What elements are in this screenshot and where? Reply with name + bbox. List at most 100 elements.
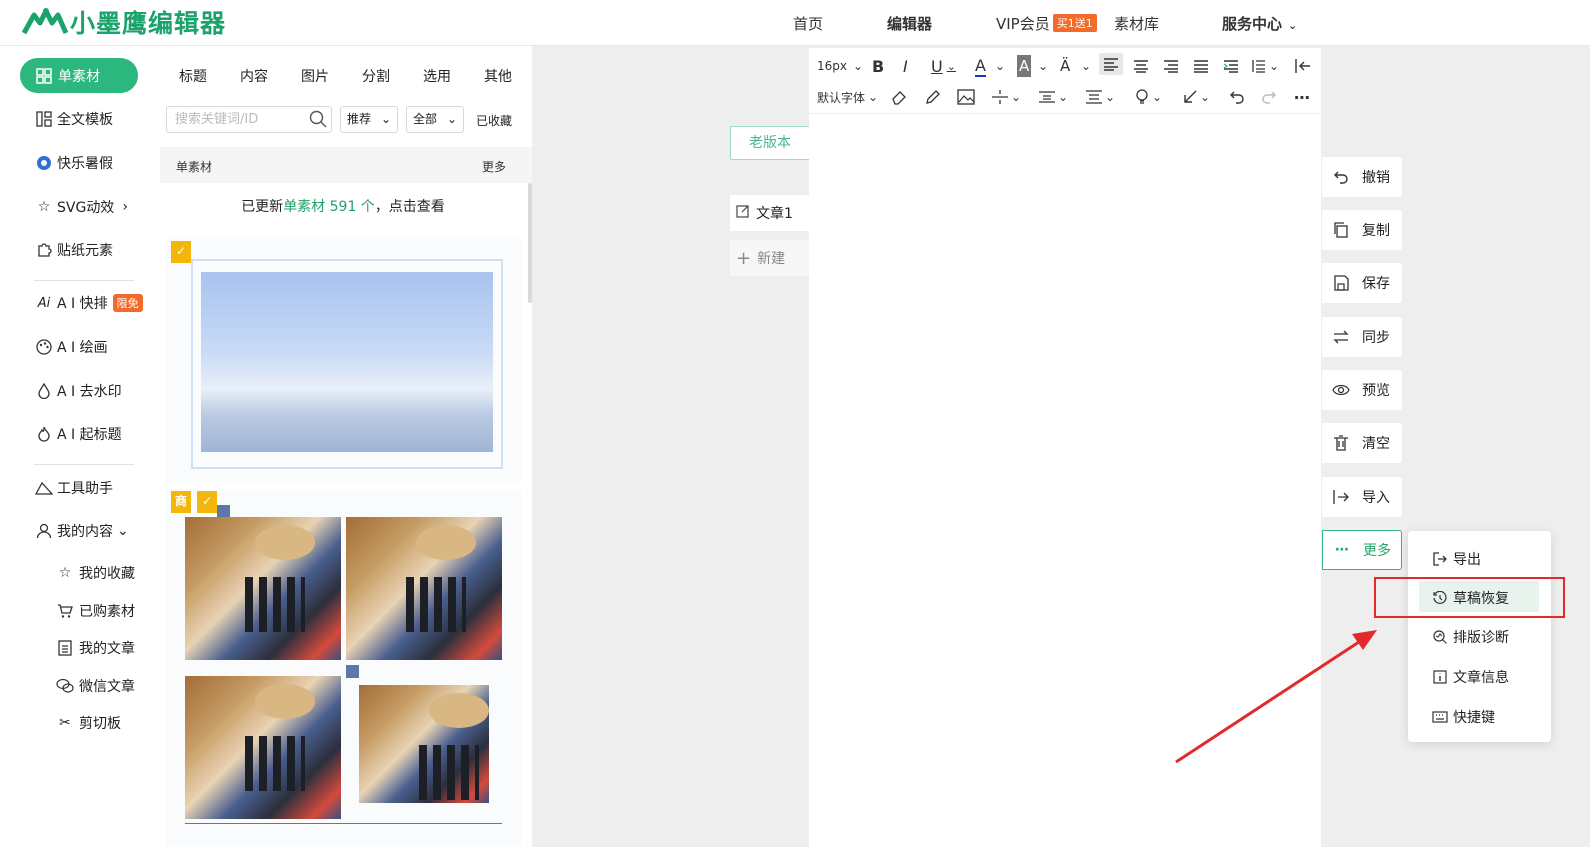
old-version-button[interactable]: 老版本 <box>730 126 810 160</box>
action-label: 预览 <box>1362 383 1390 399</box>
redo-icon[interactable] <box>1261 86 1277 108</box>
keyboard-icon <box>1432 709 1448 725</box>
nav-sub-clipboard[interactable]: ✂ 剪切板 <box>56 713 121 733</box>
nav-item-summer[interactable]: 快乐暑假 <box>34 153 113 173</box>
fire-icon <box>34 424 54 444</box>
chevron-down-icon[interactable]: ⌄ <box>995 55 1005 77</box>
indent-icon[interactable] <box>1223 55 1239 77</box>
undo-button[interactable]: 撤销 <box>1322 157 1402 197</box>
arrow-down-left-icon[interactable]: ⌄ <box>1182 86 1210 108</box>
nav-item-ai-title[interactable]: A I 起标题 <box>34 424 122 444</box>
font-size-select[interactable]: 16px ⌄ <box>817 55 863 77</box>
nav-vip[interactable]: VIP会员 买1送1 <box>996 13 1097 34</box>
menu-item-shortcuts[interactable]: 快捷键 <box>1432 707 1495 727</box>
editor-area[interactable]: 16px ⌄ B I U ⌄ A ⌄ A ⌄ Ä ⌄ ⌄ 默认字体 ⌄ ⌄ ⌄ ⌄ ⌄… <box>809 48 1321 847</box>
nav-sub-favorites[interactable]: ☆ 我的收藏 <box>56 563 135 583</box>
nav-item-sticker[interactable]: 贴纸元素 <box>34 240 113 260</box>
nav-item-full-template[interactable]: 全文模板 <box>34 109 113 129</box>
material-card[interactable]: ✓ <box>165 239 521 483</box>
nav-materials[interactable]: 素材库 <box>1114 13 1159 34</box>
chevron-down-icon: ⌄ <box>1288 19 1298 32</box>
margin-icon[interactable]: ⌄ <box>1085 86 1115 108</box>
more-button[interactable]: ⋯ 更多 <box>1322 530 1402 570</box>
nav-item-ai-watermark[interactable]: A I 去水印 <box>34 381 122 401</box>
chevron-down-icon: ⌄ <box>1011 90 1022 104</box>
sort-select[interactable]: 推荐 ⌄ <box>340 106 398 133</box>
chevron-down-icon[interactable]: ⌄ <box>1038 55 1048 77</box>
material-panel: 标题 内容 图片 分割 选用 其他 搜索关键词/ID 推荐 ⌄ 全部 ⌄ 已收藏 单… <box>160 46 532 847</box>
paragraph-spacing-icon[interactable]: ⌄ <box>1038 86 1068 108</box>
scope-select[interactable]: 全部 ⌄ <box>406 106 464 133</box>
nav-sub-my-articles[interactable]: 我的文章 <box>56 638 135 658</box>
nav-item-tools[interactable]: 工具助手 <box>34 478 113 498</box>
align-right-icon[interactable] <box>1163 55 1179 77</box>
tab-other[interactable]: 其他 <box>484 66 512 86</box>
font-family-value: 默认字体 <box>817 90 866 105</box>
bold-icon[interactable]: B <box>872 55 884 77</box>
search-input[interactable]: 搜索关键词/ID <box>166 106 332 133</box>
tab-title[interactable]: 标题 <box>179 66 207 86</box>
bulb-icon[interactable]: ⌄ <box>1134 86 1162 108</box>
nav-sub-purchased[interactable]: 已购素材 <box>56 601 135 621</box>
line-height-icon[interactable]: ⌄ <box>1250 55 1279 77</box>
menu-item-article-info[interactable]: 文章信息 <box>1432 667 1509 687</box>
import-button[interactable]: 导入 <box>1322 477 1402 517</box>
panel-scrollbar[interactable] <box>528 183 532 303</box>
action-label: 更多 <box>1363 543 1391 559</box>
tab-image[interactable]: 图片 <box>301 66 329 86</box>
sync-button[interactable]: 同步 <box>1322 317 1402 357</box>
logo[interactable]: 小墨鹰编辑器 <box>22 6 226 38</box>
search-icon[interactable] <box>309 110 327 128</box>
tab-selected[interactable]: 选用 <box>423 66 451 86</box>
tab-content[interactable]: 内容 <box>240 66 268 86</box>
align-justify-icon[interactable] <box>1193 55 1209 77</box>
highlight-color-icon[interactable]: A <box>1017 55 1032 77</box>
chevron-down-icon[interactable]: ⌄ <box>1081 55 1091 77</box>
vip-ribbon-icon: ✓ <box>197 491 217 513</box>
nav-editor[interactable]: 编辑器 <box>887 13 932 34</box>
nav-service[interactable]: 服务中心 ⌄ <box>1222 13 1297 34</box>
nav-home[interactable]: 首页 <box>793 13 823 34</box>
divider-insert-icon[interactable]: ⌄ <box>991 86 1021 108</box>
letter-spacing-icon[interactable]: Ä <box>1060 55 1070 77</box>
exit-icon[interactable] <box>1295 55 1311 77</box>
align-left-icon[interactable] <box>1099 53 1123 75</box>
nav-item-label: A I 起标题 <box>57 427 122 443</box>
menu-item-export[interactable]: 导出 <box>1432 549 1481 569</box>
preview-button[interactable]: 预览 <box>1322 370 1402 410</box>
nav-item-ai-draw[interactable]: A I 绘画 <box>34 337 108 357</box>
font-color-icon[interactable]: A <box>975 55 986 77</box>
format-painter-icon[interactable] <box>925 86 941 108</box>
picnic-image <box>346 517 502 660</box>
nav-item-label: 全文模板 <box>57 112 113 128</box>
save-button[interactable]: 保存 <box>1322 263 1402 303</box>
underline-icon[interactable]: U ⌄ <box>931 55 956 77</box>
nav-item-single-material[interactable]: 单素材 <box>20 58 138 93</box>
font-family-select[interactable]: 默认字体 ⌄ <box>817 86 878 108</box>
menu-item-label: 文章信息 <box>1453 670 1509 686</box>
align-center-icon[interactable] <box>1133 55 1149 77</box>
nav-item-label: 工具助手 <box>57 481 113 497</box>
update-notice[interactable]: 已更新单素材 591 个，点击查看 <box>165 183 521 231</box>
section-header: 单素材 更多 <box>160 147 532 183</box>
copy-button[interactable]: 复制 <box>1322 210 1402 250</box>
new-article-button[interactable]: + 新建 <box>730 240 810 276</box>
tab-divider[interactable]: 分割 <box>362 66 390 86</box>
more-dots-icon[interactable]: ⋯ <box>1294 86 1310 108</box>
undo-icon[interactable] <box>1229 86 1245 108</box>
material-card[interactable]: 商 ✓ <box>165 489 521 847</box>
clear-button[interactable]: 清空 <box>1322 423 1402 463</box>
italic-icon[interactable]: I <box>903 55 908 77</box>
nav-item-my-content[interactable]: 我的内容 ⌄ <box>34 521 129 541</box>
eraser-icon[interactable] <box>891 86 907 108</box>
menu-item-diagnose[interactable]: 排版诊断 <box>1432 627 1509 647</box>
nav-item-ai-layout[interactable]: Ai A I 快排 限免 <box>34 293 143 313</box>
search-placeholder: 搜索关键词/ID <box>175 112 259 127</box>
image-icon[interactable] <box>957 86 975 108</box>
article-item[interactable]: 文章1 <box>730 195 810 231</box>
nav-sub-wechat[interactable]: 微信文章 <box>56 676 135 696</box>
top-bar: 小墨鹰编辑器 首页 编辑器 VIP会员 买1送1 素材库 服务中心 ⌄ <box>0 0 1590 46</box>
nav-item-svg[interactable]: ☆ SVG动效 › <box>34 197 128 217</box>
favorites-filter[interactable]: 已收藏 <box>476 112 512 129</box>
section-more-link[interactable]: 更多 <box>482 158 506 175</box>
